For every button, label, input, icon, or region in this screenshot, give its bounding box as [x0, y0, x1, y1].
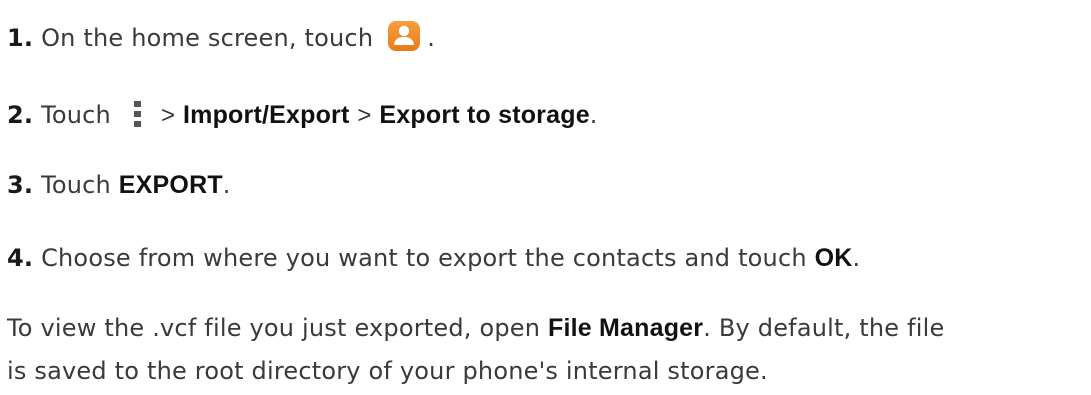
step-1-text: On the home screen, touch: [41, 24, 374, 52]
step-1-number: 1.: [7, 24, 34, 52]
step-3-number: 3.: [7, 171, 34, 199]
note-text-continued: . By default, the file: [703, 314, 945, 342]
import-export-label: Import/Export: [183, 101, 350, 129]
step-2-text: Touch: [41, 101, 111, 129]
breadcrumb-separator: >: [160, 102, 176, 129]
step-3-end: .: [222, 171, 231, 199]
note-text: To view the .vcf file you just exported,…: [7, 314, 541, 342]
step-4-text: Choose from where you want to export the…: [41, 244, 807, 272]
step-4-end: .: [852, 244, 861, 272]
ok-label: OK: [814, 244, 853, 272]
more-menu-icon: [133, 99, 143, 129]
step-3: 3. Touch EXPORT.: [7, 170, 231, 200]
step-3-text: Touch: [41, 171, 111, 199]
step-4-number: 4.: [7, 244, 34, 272]
contacts-app-icon: [387, 21, 421, 51]
step-2-number: 2.: [7, 101, 34, 129]
step-2: 2. Touch > Import/Export > Export to stor…: [7, 99, 598, 131]
step-4: 4. Choose from where you want to export …: [7, 243, 860, 273]
note-line-2: is saved to the root directory of your p…: [7, 356, 768, 386]
file-manager-label: File Manager: [547, 314, 704, 342]
breadcrumb-separator: >: [357, 102, 372, 129]
note-text-line-2: is saved to the root directory of your p…: [7, 357, 768, 385]
export-to-storage-label: Export to storage: [379, 101, 590, 129]
step-2-end: .: [589, 101, 598, 129]
note-line-1: To view the .vcf file you just exported,…: [7, 313, 944, 343]
export-label: EXPORT: [118, 171, 223, 199]
step-1-end: .: [427, 24, 436, 52]
step-1: 1. On the home screen, touch.: [7, 21, 435, 53]
